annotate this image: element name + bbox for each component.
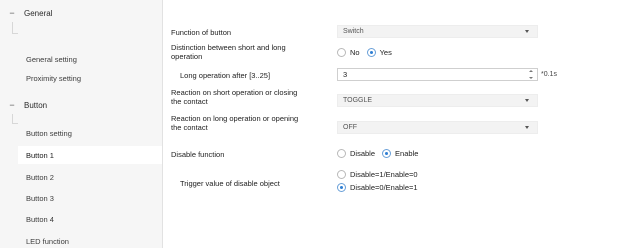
tree-item-button-3[interactable]: Button 3 — [18, 189, 162, 207]
tree-group-label: Button — [24, 100, 48, 110]
radio-off-icon[interactable] — [337, 170, 346, 179]
trigger-value-option-2[interactable]: Disable=0/Enable=1 — [337, 183, 418, 192]
long-reaction-value: OFF — [343, 124, 357, 131]
parameter-tree: − General General setting Proximity sett… — [0, 0, 163, 248]
long-operation-unit: *0.1s — [541, 71, 557, 78]
short-reaction-select[interactable]: TOGGLE — [337, 94, 538, 107]
chevron-down-icon — [525, 99, 529, 102]
tree-group-button[interactable]: − Button — [0, 95, 162, 115]
radio-label: Yes — [379, 48, 392, 57]
tree-item-general-setting[interactable]: General setting — [18, 50, 162, 68]
radio-label: Disable=1/Enable=0 — [350, 170, 418, 179]
distinction-label-line2: operation — [171, 52, 203, 61]
long-reaction-label-line1: Reaction on long operation or opening — [171, 114, 299, 123]
radio-on-icon[interactable] — [337, 183, 346, 192]
distinction-label-line1: Distinction between short and long — [171, 43, 286, 52]
collapse-icon[interactable]: − — [8, 100, 16, 110]
distinction-option-no[interactable]: No — [337, 48, 360, 57]
tree-item-button-setting[interactable]: Button setting — [18, 124, 162, 142]
disable-option[interactable]: Disable — [337, 149, 375, 158]
tree-item-led-function[interactable]: LED function — [18, 232, 162, 248]
enable-option[interactable]: Enable — [382, 149, 418, 158]
radio-label: Enable — [395, 149, 419, 158]
radio-label: No — [350, 48, 360, 57]
tree-group-label: General — [24, 8, 53, 18]
long-reaction-label: Reaction on long operation or opening th… — [171, 114, 298, 132]
tree-group-general[interactable]: − General — [0, 3, 162, 23]
long-reaction-label-line2: the contact — [171, 123, 208, 132]
radio-label: Disable=0/Enable=1 — [350, 183, 418, 192]
long-operation-value: 3 — [343, 70, 348, 79]
function-of-button-value: Switch — [343, 28, 364, 35]
parameter-panel: Function of button Switch Distinction be… — [164, 0, 640, 248]
function-of-button-select[interactable]: Switch — [337, 25, 538, 38]
long-operation-label: Long operation after [3..25] — [180, 71, 271, 80]
short-reaction-value: TOGGLE — [343, 97, 373, 104]
radio-on-icon[interactable] — [366, 48, 376, 57]
tree-item-button-4[interactable]: Button 4 — [18, 210, 162, 228]
short-reaction-label: Reaction on short operation or closing t… — [171, 88, 297, 106]
tree-item-button-1[interactable]: Button 1 — [18, 146, 162, 164]
trigger-value-label: Trigger value of disable object — [180, 179, 280, 188]
distinction-label: Distinction between short and long opera… — [171, 43, 286, 61]
tree-item-proximity-setting[interactable]: Proximity setting — [18, 69, 162, 87]
long-reaction-select[interactable]: OFF — [337, 121, 538, 134]
spin-arrows-icon[interactable] — [528, 70, 534, 79]
radio-off-icon[interactable] — [337, 149, 346, 158]
radio-off-icon[interactable] — [337, 48, 346, 57]
chevron-down-icon — [525, 126, 529, 129]
trigger-value-option-1[interactable]: Disable=1/Enable=0 — [337, 170, 418, 179]
short-reaction-label-line1: Reaction on short operation or closing — [171, 88, 298, 97]
function-of-button-label: Function of button — [171, 28, 232, 37]
radio-on-icon[interactable] — [382, 149, 392, 158]
disable-function-label: Disable function — [171, 150, 225, 159]
chevron-down-icon — [525, 30, 529, 33]
collapse-icon[interactable]: − — [8, 8, 16, 18]
disable-function-radio-group: Disable Enable — [337, 149, 425, 158]
short-reaction-label-line2: the contact — [171, 97, 208, 106]
tree-connector — [12, 33, 18, 34]
long-operation-spinbox[interactable]: 3 — [337, 68, 538, 81]
tree-item-button-2[interactable]: Button 2 — [18, 168, 162, 186]
distinction-option-yes[interactable]: Yes — [366, 48, 392, 57]
distinction-radio-group: No Yes — [337, 48, 399, 57]
radio-label: Disable — [350, 149, 376, 158]
